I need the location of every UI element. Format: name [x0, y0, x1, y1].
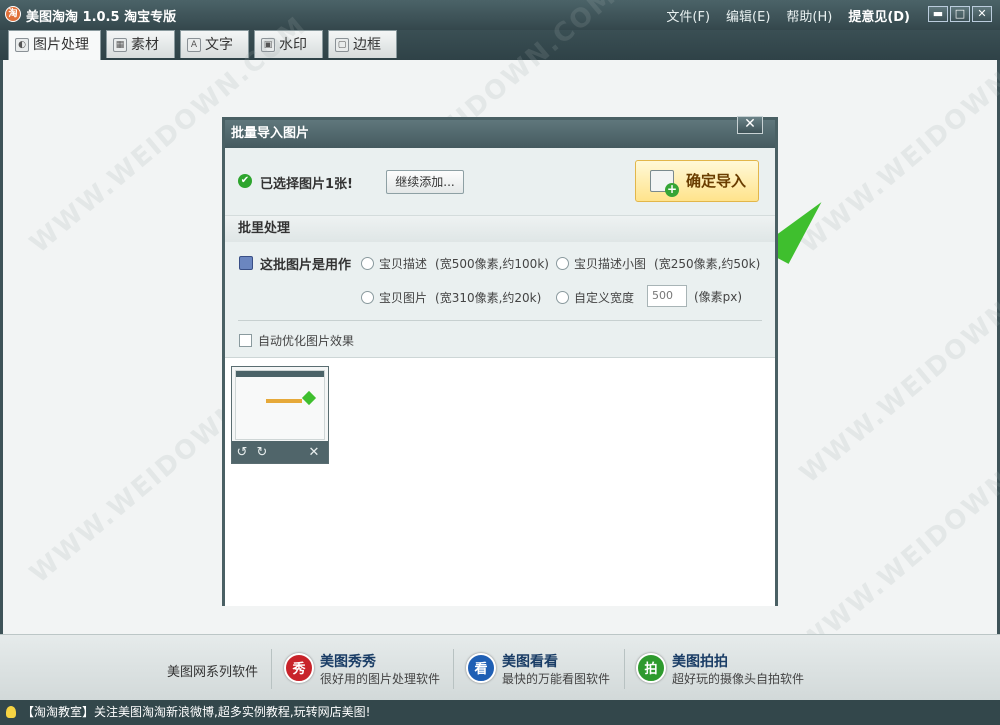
option-label: 自定义宽度 — [574, 291, 635, 305]
dialog-close-button[interactable]: ✕ — [737, 116, 763, 134]
tab-material[interactable]: ▦ 素材 — [106, 30, 175, 58]
title-bar: 淘 美图淘淘 1.0.5 淘宝专版 文件(F) 编辑(E) 帮助(H) 提意见(… — [0, 0, 1000, 30]
app-logo-icon: 淘 — [5, 6, 21, 22]
window-controls: ▬ □ ✕ — [928, 6, 992, 22]
confirm-import-label: 确定导入 — [685, 172, 746, 190]
tab-watermark[interactable]: ▣ 水印 — [254, 30, 323, 58]
promo-desc: 很好用的图片处理软件 — [320, 672, 441, 686]
menu-edit[interactable]: 编辑(E) — [726, 6, 770, 25]
radio-button[interactable] — [556, 257, 569, 270]
tab-label: 文字 — [205, 37, 233, 53]
bulb-icon — [6, 706, 16, 718]
maximize-button[interactable]: □ — [950, 6, 970, 22]
thumbnail-area: ↺ ↻ ✕ — [225, 360, 775, 606]
status-text[interactable]: 【淘淘教室】关注美图淘淘新浪微博,超多实例教程,玩转网店美图! — [22, 705, 370, 719]
picture-use-icon — [239, 256, 253, 270]
batch-section-header: 批里处理 — [225, 216, 775, 242]
radio-button[interactable] — [361, 257, 374, 270]
dialog-top-panel: ✔ 已选择图片1张! 继续添加... 确定导入 — [225, 148, 775, 216]
auto-optimize-label: 自动优化图片效果 — [258, 334, 355, 348]
check-icon: ✔ — [238, 174, 252, 188]
option-label: 宝贝描述 — [379, 257, 428, 271]
image-thumbnail[interactable]: ↺ ↻ ✕ — [231, 366, 329, 464]
promo-name: 美图秀秀 — [320, 654, 376, 670]
promo-desc: 超好玩的摄像头自拍软件 — [672, 672, 805, 686]
option-item-custom[interactable]: 自定义宽度 — [556, 289, 642, 306]
watermark-icon: ▣ — [261, 38, 275, 52]
menu-bar: 文件(F) 编辑(E) 帮助(H) 提意见(D) — [666, 6, 910, 25]
promo-item-paipai[interactable]: 拍 美图拍拍 超好玩的摄像头自拍软件 — [636, 649, 816, 689]
batch-options-panel: 这批图片是用作 宝贝描述 (宽500像素,约100k) 宝贝描述小图 (宽250… — [225, 242, 775, 358]
status-bar: 【淘淘教室】关注美图淘淘新浪微博,超多实例教程,玩转网店美图! — [0, 700, 1000, 725]
tab-label: 边框 — [353, 37, 381, 53]
tab-picture-process[interactable]: ◐ 图片处理 — [8, 30, 101, 60]
option-label: 宝贝图片 — [379, 291, 428, 305]
promo-bar: 美图网系列软件 秀 美图秀秀 很好用的图片处理软件 看 美图看看 最快的万能看图… — [0, 634, 1000, 700]
promo-item-kankan[interactable]: 看 美图看看 最快的万能看图软件 — [466, 649, 626, 689]
tab-label: 水印 — [279, 37, 307, 53]
minimize-button[interactable]: ▬ — [928, 6, 948, 22]
picture-process-icon: ◐ — [15, 38, 29, 52]
selected-count-text: 已选择图片1张! — [260, 177, 353, 192]
tab-text[interactable]: A 文字 — [180, 30, 249, 58]
promo-item-xiuxiu[interactable]: 秀 美图秀秀 很好用的图片处理软件 — [284, 649, 454, 689]
tab-label: 素材 — [131, 37, 159, 53]
radio-button[interactable] — [556, 291, 569, 304]
option-item-desc-small[interactable]: 宝贝描述小图 (宽250像素,约50k) — [556, 255, 760, 272]
option-item-desc[interactable]: 宝贝描述 (宽500像素,约100k) — [361, 255, 549, 272]
tab-bar: ◐ 图片处理 ▦ 素材 A 文字 ▣ 水印 ▢ 边框 — [0, 30, 1000, 60]
rotate-left-icon[interactable]: ↺ — [232, 445, 252, 460]
tab-frame[interactable]: ▢ 边框 — [328, 30, 397, 58]
option-hint: (宽250像素,约50k) — [654, 257, 761, 271]
continue-add-button[interactable]: 继续添加... — [386, 170, 464, 194]
option-hint: (宽310像素,约20k) — [435, 291, 542, 305]
thumbnail-toolbar: ↺ ↻ ✕ — [232, 441, 328, 463]
promo-name: 美图看看 — [502, 654, 558, 670]
divider — [238, 320, 762, 321]
confirm-import-button[interactable]: 确定导入 — [635, 160, 759, 202]
batch-import-dialog: 批量导入图片 ✕ ✔ 已选择图片1张! 继续添加... 确定导入 批里处理 这批… — [222, 116, 778, 606]
menu-file[interactable]: 文件(F) — [666, 6, 710, 25]
rotate-right-icon[interactable]: ↻ — [252, 445, 272, 460]
delete-icon[interactable]: ✕ — [304, 445, 324, 460]
thumbnail-preview — [235, 370, 325, 440]
option-hint: (宽500像素,约100k) — [435, 257, 549, 271]
watermark-text: WWW.WEIDOWN.COM — [794, 240, 1000, 490]
promo-label: 美图网系列软件 — [167, 665, 259, 680]
promo-desc: 最快的万能看图软件 — [502, 672, 611, 686]
radio-button[interactable] — [361, 291, 374, 304]
paipai-icon: 拍 — [636, 653, 666, 683]
option-item-picture[interactable]: 宝贝图片 (宽310像素,约20k) — [361, 289, 541, 306]
close-button[interactable]: ✕ — [972, 6, 992, 22]
auto-optimize-checkbox[interactable] — [239, 334, 252, 347]
import-icon — [650, 170, 679, 197]
promo-name: 美图拍拍 — [672, 654, 728, 670]
menu-feedback[interactable]: 提意见(D) — [848, 6, 910, 25]
text-icon: A — [187, 38, 201, 52]
app-title: 美图淘淘 1.0.5 淘宝专版 — [26, 10, 177, 25]
tab-label: 图片处理 — [33, 37, 89, 53]
watermark-text: WWW.WEIDOWN.COM — [794, 410, 1000, 660]
xiuxiu-icon: 秀 — [284, 653, 314, 683]
option-label: 宝贝描述小图 — [574, 257, 647, 271]
unit-label: (像素px) — [694, 290, 743, 304]
custom-width-input[interactable]: 500 — [647, 285, 687, 307]
use-label: 这批图片是用作 — [260, 258, 352, 273]
material-icon: ▦ — [113, 38, 127, 52]
frame-icon: ▢ — [335, 38, 349, 52]
auto-optimize-row[interactable]: 自动优化图片效果 — [239, 332, 354, 349]
dialog-title: 批量导入图片 — [225, 120, 775, 148]
menu-help[interactable]: 帮助(H) — [786, 6, 832, 25]
kankan-icon: 看 — [466, 653, 496, 683]
